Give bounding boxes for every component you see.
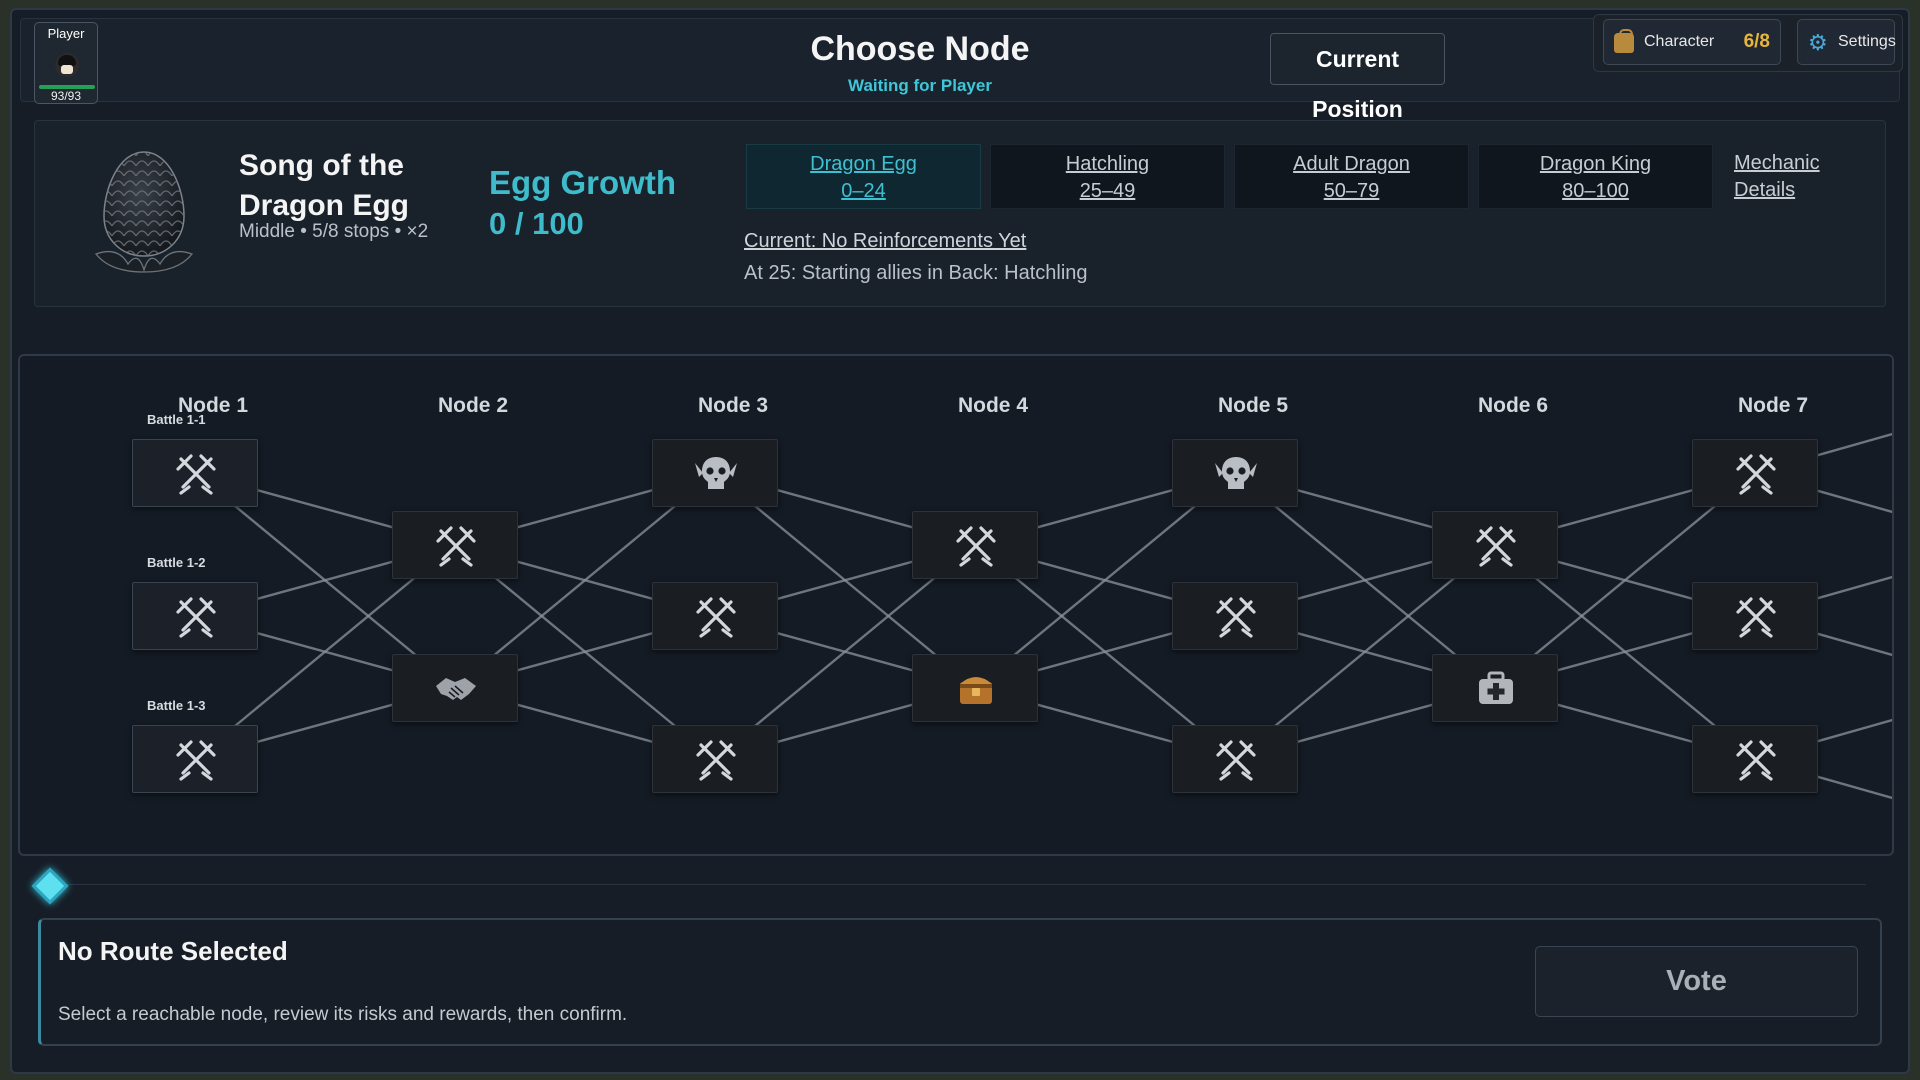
map-node-battle-col3[interactable] bbox=[652, 582, 778, 650]
map-node-battle-col1[interactable] bbox=[132, 439, 258, 507]
crossed-swords-icon bbox=[176, 740, 216, 781]
map-node-battle-col6[interactable] bbox=[1432, 510, 1558, 579]
mechanic-details-link[interactable]: Mechanic Details bbox=[1734, 150, 1844, 204]
column-header-node-2: Node 2 bbox=[437, 394, 508, 417]
route-lines bbox=[194, 432, 1892, 800]
gear-icon: ⚙ bbox=[1808, 30, 1828, 55]
vote-button[interactable]: Vote bbox=[1535, 946, 1858, 1017]
map-node-ally-col2[interactable] bbox=[392, 653, 518, 722]
map-node-battle-col3[interactable] bbox=[652, 725, 778, 793]
crossed-swords-icon bbox=[1216, 597, 1256, 638]
route-title: No Route Selected bbox=[58, 936, 288, 966]
reinforcement-next: At 25: Starting allies in Back: Hatchlin… bbox=[744, 262, 1088, 284]
status-text: Waiting for Player bbox=[848, 76, 992, 95]
map-node-battle-col7[interactable] bbox=[1692, 725, 1818, 793]
map-node-treasure-col4[interactable] bbox=[912, 653, 1038, 722]
map-node-elite-col5[interactable] bbox=[1172, 439, 1298, 507]
settings-label: Settings bbox=[1838, 33, 1896, 50]
character-label: Character bbox=[1644, 33, 1715, 50]
crossed-swords-icon bbox=[1736, 740, 1776, 781]
event-title: Song of the Dragon Egg bbox=[239, 149, 409, 222]
map-node-battle-col1[interactable] bbox=[132, 725, 258, 793]
dragon-egg-icon bbox=[94, 151, 194, 273]
stage-name: Hatchling bbox=[1065, 153, 1150, 175]
column-header-node-6: Node 6 bbox=[1477, 394, 1548, 417]
stage-range: 0–24 bbox=[841, 180, 886, 202]
stage-tab-dragon-egg[interactable]: Dragon Egg 0–24 bbox=[746, 144, 981, 209]
page-title: Choose Node bbox=[810, 30, 1030, 68]
medkit-icon bbox=[1479, 671, 1513, 704]
map-node-battle-col1[interactable] bbox=[132, 582, 258, 650]
column-header-node-5: Node 5 bbox=[1217, 394, 1288, 417]
battle-label: Battle 1-3 bbox=[147, 698, 206, 713]
event-meta: Middle • 5/8 stops • ×2 bbox=[239, 221, 429, 242]
player-avatar bbox=[55, 53, 79, 77]
battle-label: Battle 1-1 bbox=[147, 412, 206, 427]
stage-name: Adult Dragon bbox=[1293, 153, 1410, 175]
crossed-swords-icon bbox=[1476, 525, 1516, 567]
crossed-swords-icon bbox=[436, 525, 476, 567]
crossed-swords-icon bbox=[1216, 740, 1256, 781]
stage-tab-adult-dragon[interactable]: Adult Dragon 50–79 bbox=[1234, 144, 1469, 209]
map-node-battle-col5[interactable] bbox=[1172, 725, 1298, 793]
stage-range: 25–49 bbox=[1079, 180, 1136, 202]
handshake-icon bbox=[436, 677, 476, 700]
node-map: Node 1 Node 2 Node 3 Node 4 Node 5 Node … bbox=[18, 354, 1894, 856]
player-hp-text: 93/93 bbox=[50, 89, 82, 103]
map-node-battle-col2[interactable] bbox=[392, 510, 518, 579]
stage-range: 50–79 bbox=[1323, 180, 1380, 202]
map-node-battle-col7[interactable] bbox=[1692, 582, 1818, 650]
settings-button[interactable]: ⚙ Settings bbox=[1797, 19, 1896, 65]
map-node-battle-col7[interactable] bbox=[1692, 439, 1818, 507]
egg-growth-label: Egg Growth bbox=[489, 164, 676, 201]
player-card[interactable]: Player 93/93 bbox=[34, 22, 98, 104]
winged-skull-icon bbox=[1215, 457, 1257, 489]
map-node-elite-col3[interactable] bbox=[652, 439, 778, 507]
crossed-swords-icon bbox=[176, 454, 216, 495]
egg-growth-value: 0 / 100 bbox=[489, 206, 584, 241]
battle-label: Battle 1-2 bbox=[147, 555, 206, 570]
crossed-swords-icon bbox=[176, 597, 216, 638]
crossed-swords-icon bbox=[696, 740, 736, 781]
crossed-swords-icon bbox=[956, 525, 996, 567]
treasure-chest-icon bbox=[960, 676, 992, 704]
reinforcement-current[interactable]: Current: No Reinforcements Yet bbox=[744, 230, 1026, 253]
stage-tab-hatchling[interactable]: Hatchling 25–49 bbox=[990, 144, 1225, 209]
crossed-swords-icon bbox=[696, 597, 736, 638]
column-header-node-4: Node 4 bbox=[957, 394, 1028, 417]
character-button[interactable]: Character 6/8 bbox=[1603, 19, 1781, 65]
stage-tab-dragon-king[interactable]: Dragon King 80–100 bbox=[1478, 144, 1713, 209]
crossed-swords-icon bbox=[1736, 454, 1776, 495]
map-node-battle-col4[interactable] bbox=[912, 510, 1038, 579]
route-description: Select a reachable node, review its risk… bbox=[58, 1004, 628, 1025]
crossed-swords-icon bbox=[1736, 597, 1776, 638]
column-header-node-3: Node 3 bbox=[697, 394, 768, 417]
map-node-rest-col6[interactable] bbox=[1432, 653, 1558, 722]
stage-name: Dragon Egg bbox=[810, 153, 917, 175]
map-node-battle-col5[interactable] bbox=[1172, 582, 1298, 650]
backpack-icon bbox=[1614, 29, 1634, 53]
player-label: Player bbox=[47, 26, 85, 41]
divider bbox=[66, 884, 1866, 885]
current-position-button[interactable]: Current Position bbox=[1270, 33, 1445, 122]
stage-range: 80–100 bbox=[1562, 180, 1629, 202]
stage-name: Dragon King bbox=[1539, 153, 1652, 175]
character-count: 6/8 bbox=[1743, 31, 1770, 52]
column-header-node-7: Node 7 bbox=[1737, 394, 1808, 417]
winged-skull-icon bbox=[695, 457, 737, 489]
